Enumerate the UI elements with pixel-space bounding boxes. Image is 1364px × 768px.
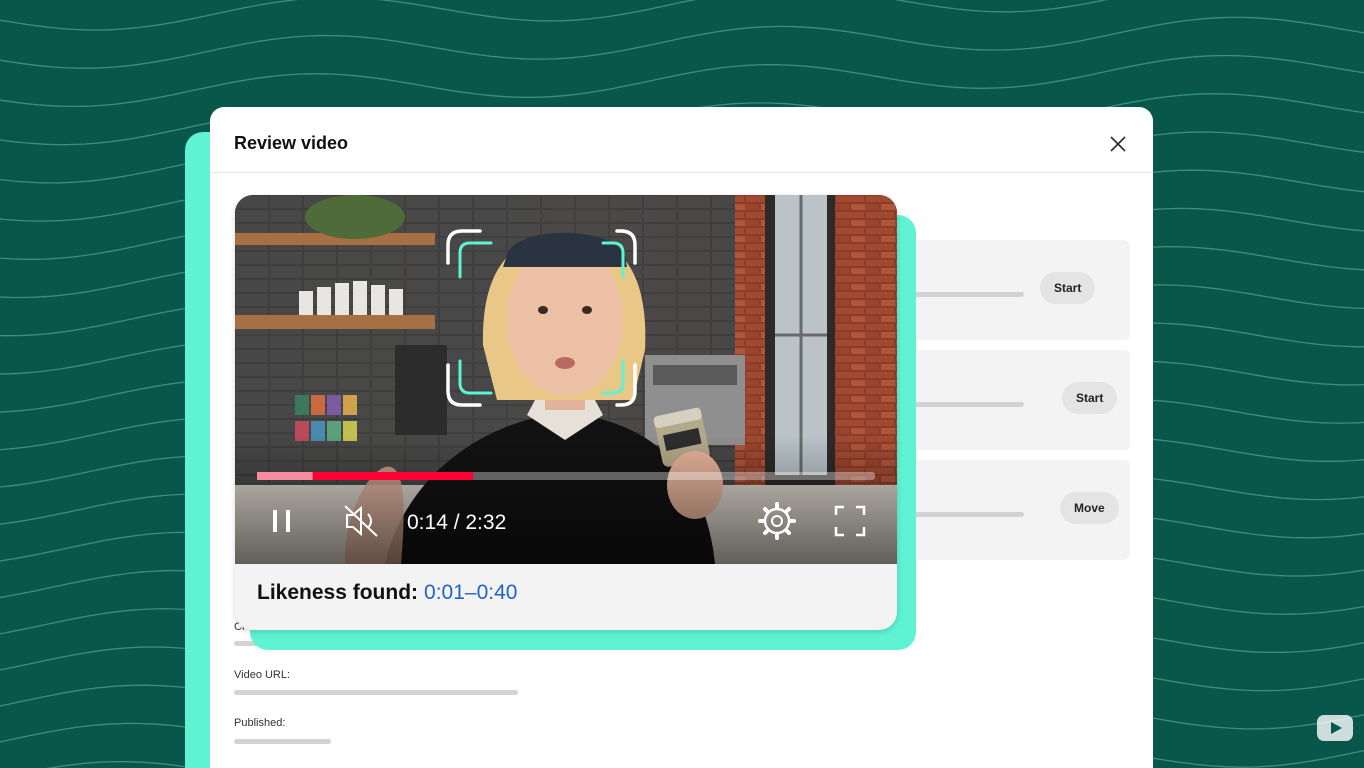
wave-line	[0, 54, 1364, 108]
video-url-value-bar	[234, 690, 518, 695]
video-player[interactable]: 0:14 / 2:32	[235, 195, 897, 564]
video-url-label: Video URL:	[234, 669, 291, 681]
close-button[interactable]	[1105, 131, 1131, 157]
likeness-range[interactable]: 0:01–0:40	[424, 581, 517, 604]
move-button[interactable]: Move	[1060, 492, 1119, 524]
task-row: Move	[910, 460, 1130, 560]
task-row: Start	[910, 240, 1130, 340]
video-frame	[235, 195, 897, 564]
youtube-logo-icon	[1317, 715, 1353, 741]
published-label: Published:	[234, 717, 286, 729]
task-progress-bar	[914, 292, 1024, 297]
wave-line	[0, 0, 1108, 31]
start-button[interactable]: Start	[1062, 382, 1118, 414]
likeness-found: Likeness found: 0:01–0:40	[257, 581, 517, 605]
progress-bar[interactable]	[257, 472, 875, 480]
task-row: Start	[910, 350, 1130, 450]
pause-icon	[273, 510, 277, 532]
video-preview-card: 0:14 / 2:32 Likeness found: 0:01–0:40	[235, 195, 897, 630]
start-button[interactable]: Start	[1040, 272, 1096, 304]
close-icon	[1110, 136, 1126, 152]
progress-played	[257, 472, 313, 480]
published-value-bar	[234, 739, 331, 744]
task-progress-bar	[914, 512, 1024, 517]
likeness-label: Likeness found:	[257, 581, 419, 604]
task-progress-bar	[914, 402, 1024, 407]
header-divider	[210, 172, 1153, 173]
time-display: 0:14 / 2:32	[407, 511, 506, 534]
dialog-title: Review video	[234, 133, 349, 153]
